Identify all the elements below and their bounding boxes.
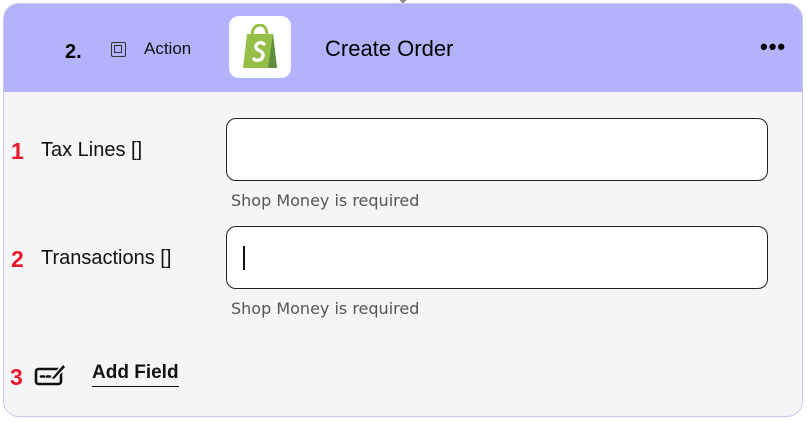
shopify-app-icon bbox=[229, 16, 291, 78]
field-marker-1: 1 bbox=[11, 138, 24, 164]
shopify-bag-icon bbox=[243, 24, 277, 68]
action-checkbox-icon[interactable] bbox=[111, 42, 126, 57]
field-marker-2: 2 bbox=[11, 246, 24, 272]
step-number: 2. bbox=[65, 41, 82, 63]
transactions-helper-text: Shop Money is required bbox=[231, 299, 420, 318]
step-header: 2. Action Create Order ••• bbox=[4, 4, 802, 92]
more-options-icon[interactable]: ••• bbox=[760, 36, 786, 58]
step-type-label: Action bbox=[144, 39, 192, 58]
add-field-label: Add Field bbox=[92, 362, 179, 387]
tax-lines-input[interactable] bbox=[226, 118, 768, 181]
transactions-input[interactable] bbox=[226, 226, 768, 289]
step-title: Create Order bbox=[325, 36, 454, 61]
add-field-button[interactable]: Add Field bbox=[34, 360, 179, 388]
tax-lines-helper-text: Shop Money is required bbox=[231, 191, 420, 210]
step-card: 2. Action Create Order ••• 1 Tax Lines [… bbox=[3, 3, 803, 417]
field-label-transactions: Transactions [] bbox=[41, 247, 172, 269]
field-label-tax-lines: Tax Lines [] bbox=[41, 139, 143, 161]
field-marker-3: 3 bbox=[10, 364, 23, 390]
text-caret bbox=[243, 246, 245, 270]
edit-field-icon bbox=[34, 362, 67, 386]
